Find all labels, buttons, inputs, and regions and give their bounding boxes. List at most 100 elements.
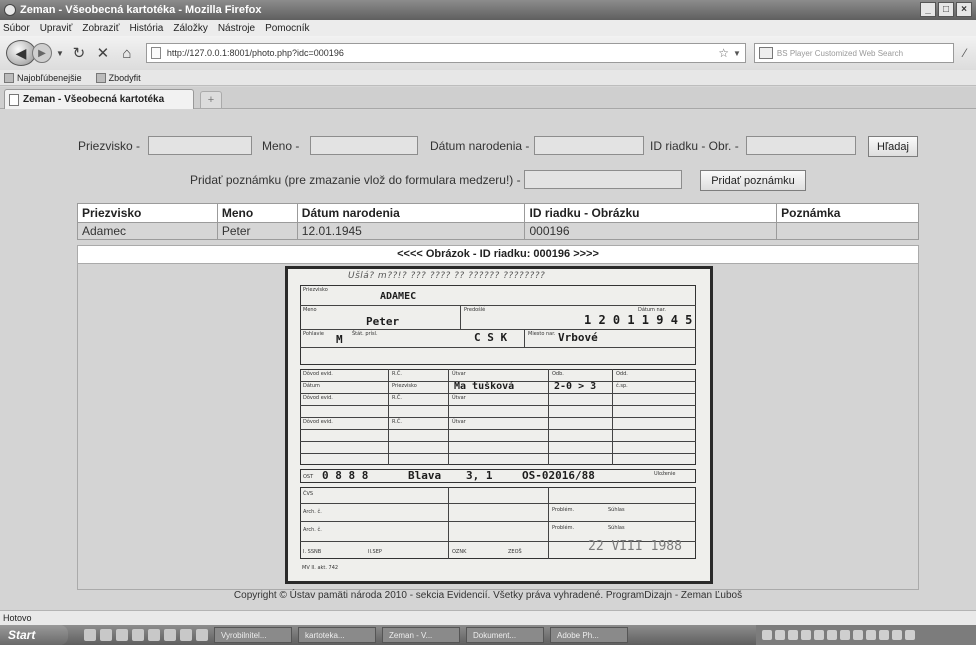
quick-launch-icon[interactable] (100, 629, 112, 641)
firefox-icon (4, 4, 16, 16)
url-bar[interactable]: http://127.0.0.1:8001/photo.php?idc=0001… (145, 43, 746, 63)
card-sex: M (336, 333, 343, 346)
scanned-card-image: Ušlá? m??!? ??? ???? ?? ?????? ???????? … (285, 266, 713, 584)
dob-input[interactable] (534, 136, 644, 155)
menu-file[interactable]: Súbor (3, 23, 30, 34)
bookmark-page-icon (95, 72, 106, 83)
quick-launch-icon[interactable] (180, 629, 192, 641)
card-file-num2: 3, 1 (466, 469, 493, 482)
quick-launch-icon[interactable] (164, 629, 176, 641)
home-icon[interactable]: ⌂ (116, 42, 138, 64)
tray-icon[interactable] (866, 630, 876, 640)
note-label: Pridať poznámku (pre zmazanie vlož do fo… (190, 173, 521, 187)
bookmark-most-visited[interactable]: Najobľúbenejšie (4, 72, 82, 83)
card-caption: Odb. (552, 371, 564, 377)
card-caption: I. SSNB (303, 549, 322, 555)
tray-icon[interactable] (879, 630, 889, 640)
dob-label: Dátum narodenia - (430, 139, 530, 153)
note-input[interactable] (524, 170, 682, 189)
menu-history[interactable]: História (129, 23, 163, 34)
navigation-toolbar: ◀ ▶ ▼ ↻ ✕ ⌂ http://127.0.0.1:8001/photo.… (0, 36, 976, 70)
bookmark-star-icon[interactable]: ☆ (718, 46, 729, 60)
card-caption: Súhlas (608, 507, 625, 513)
card-rule (388, 369, 389, 465)
web-search-box[interactable]: BS Player Customized Web Search (753, 43, 954, 63)
card-rule (300, 521, 696, 522)
name-input[interactable] (310, 136, 418, 155)
tray-icon[interactable] (801, 630, 811, 640)
id-input[interactable] (746, 136, 856, 155)
card-caption: OZNK (452, 549, 467, 555)
card-partner-name: Ma tušková (454, 381, 515, 392)
search-go-icon[interactable]: ⁄ (964, 46, 966, 60)
search-button[interactable]: Hľadaj (868, 136, 918, 157)
reload-icon[interactable]: ↻ (68, 42, 90, 64)
tray-icon[interactable] (853, 630, 863, 640)
add-note-button[interactable]: Pridať poznámku (700, 170, 806, 191)
bookmark-zbodyfit[interactable]: Zbodyfit (95, 72, 141, 83)
tray-icon[interactable] (840, 630, 850, 640)
tab-kartoteka[interactable]: Zeman - Všeobecná kartotéka (4, 89, 194, 109)
card-caption: II.SEP (368, 549, 382, 555)
tray-icon[interactable] (827, 630, 837, 640)
new-tab-button[interactable]: + (200, 91, 222, 109)
quick-launch-icon[interactable] (196, 629, 208, 641)
bookmarks-toolbar: Najobľúbenejšie Zbodyfit (0, 70, 976, 86)
taskbar-item[interactable]: Vyrobilnitel... (214, 627, 292, 643)
tray-icon[interactable] (905, 630, 915, 640)
url-dropdown-icon[interactable]: ▼ (733, 49, 741, 58)
card-caption: Priezvisko (303, 287, 328, 293)
image-panel-header: <<<< Obrázok - ID riadku: 000196 >>>> (78, 246, 918, 264)
close-button[interactable]: × (956, 2, 972, 17)
tray-icon[interactable] (775, 630, 785, 640)
card-caption: Arch. č. (303, 509, 322, 515)
menu-tools[interactable]: Nástroje (218, 23, 255, 34)
minimize-button[interactable]: _ (920, 2, 936, 17)
surname-input[interactable] (148, 136, 252, 155)
menu-bookmarks[interactable]: Záložky (173, 23, 207, 34)
card-rule (300, 405, 696, 406)
results-table: Priezvisko Meno Dátum narodenia ID riadk… (77, 203, 919, 240)
cell-dob: 12.01.1945 (296, 222, 526, 240)
start-button[interactable]: Start (0, 625, 68, 645)
taskbar-item[interactable]: Dokument... (466, 627, 544, 643)
card-caption: Problém. (552, 507, 575, 513)
quick-launch-icon[interactable] (132, 629, 144, 641)
card-rule (300, 347, 696, 348)
windows-taskbar: Start Vyrobilnitel... kartoteka... Zeman… (0, 625, 976, 645)
window-titlebar: Zeman - Všeobecná kartotéka - Mozilla Fi… (0, 0, 976, 20)
card-rule (300, 503, 696, 504)
card-surname: ADAMEC (380, 291, 417, 302)
quick-launch-icon[interactable] (84, 629, 96, 641)
tray-icon[interactable] (788, 630, 798, 640)
card-caption: ČVS (303, 491, 314, 497)
quick-launch-icon[interactable] (116, 629, 128, 641)
card-caption: Arch. č. (303, 527, 322, 533)
maximize-button[interactable]: □ (938, 2, 954, 17)
tray-icon[interactable] (814, 630, 824, 640)
search-engine-icon[interactable] (758, 47, 773, 59)
table-row[interactable]: Adamec Peter 12.01.1945 000196 (77, 222, 919, 240)
stop-icon[interactable]: ✕ (92, 42, 114, 64)
quick-launch-icon[interactable] (148, 629, 160, 641)
tray-icon[interactable] (892, 630, 902, 640)
taskbar-item[interactable]: Zeman - V... (382, 627, 460, 643)
tab-label: Zeman - Všeobecná kartotéka (23, 94, 165, 105)
taskbar-item[interactable]: Adobe Ph... (550, 627, 628, 643)
taskbar-item[interactable]: kartoteka... (298, 627, 376, 643)
menu-edit[interactable]: Upraviť (40, 23, 73, 34)
page-icon (9, 93, 19, 106)
card-caption: Priezvisko (392, 383, 417, 389)
cell-surname: Adamec (77, 222, 218, 240)
card-caption: Meno (303, 307, 317, 313)
history-dropdown-icon[interactable]: ▼ (56, 49, 64, 58)
menu-help[interactable]: Pomocník (265, 23, 309, 34)
card-caption: Súhlas (608, 525, 625, 531)
cell-id: 000196 (524, 222, 778, 240)
note-form: Pridať poznámku (pre zmazanie vlož do fo… (0, 170, 976, 192)
forward-button[interactable]: ▶ (32, 43, 52, 63)
card-caption: R.Č. (392, 371, 402, 377)
tray-icon[interactable] (762, 630, 772, 640)
menu-view[interactable]: Zobraziť (82, 23, 119, 34)
system-tray (756, 625, 976, 645)
